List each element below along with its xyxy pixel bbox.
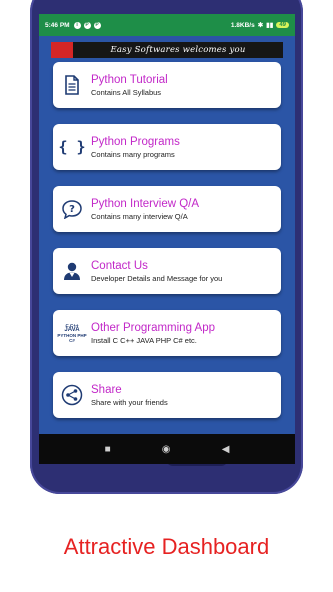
- banner-text: Easy Softwares welcomes you: [110, 45, 246, 55]
- card-python-programs[interactable]: { } Python Programs Contains many progra…: [53, 124, 281, 170]
- network-speed: 1.8KB/s: [230, 21, 255, 29]
- welcome-banner: Easy Softwares welcomes you: [51, 42, 283, 58]
- card-subtitle: Contains All Syllabus: [91, 87, 162, 97]
- phone-screen: 5:46 PM i P P 1.8KB/s ✱ ▮▮ 49 Easy Softw…: [39, 14, 295, 464]
- pinterest-icon: P: [93, 21, 101, 29]
- icon-text: C#: [69, 338, 75, 344]
- card-share[interactable]: Share Share with your friends: [53, 372, 281, 418]
- card-python-interview[interactable]: ? Python Interview Q/A Contains many int…: [53, 186, 281, 232]
- status-time: 5:46 PM: [45, 21, 70, 29]
- notification-icons: i P P: [73, 21, 101, 29]
- pinterest-icon: P: [83, 21, 91, 29]
- question-bubble-icon: ?: [53, 186, 91, 232]
- card-contact-us[interactable]: Contact Us Developer Details and Message…: [53, 248, 281, 294]
- card-title: Share: [91, 383, 122, 396]
- info-icon: i: [73, 21, 81, 29]
- card-subtitle: Contains many programs: [91, 149, 175, 159]
- svg-text:?: ?: [69, 204, 75, 215]
- card-title: Other Programming App: [91, 321, 216, 334]
- card-other-programming[interactable]: C C++ JAVA PYTHON PHP C# Other Programmi…: [53, 310, 281, 356]
- bluetooth-icon: ✱: [257, 22, 264, 29]
- stage: 5:46 PM i P P 1.8KB/s ✱ ▮▮ 49 Easy Softw…: [0, 0, 333, 592]
- card-subtitle: Share with your friends: [91, 397, 168, 407]
- status-right: 1.8KB/s ✱ ▮▮ 49: [231, 21, 289, 29]
- card-title: Contact Us: [91, 259, 148, 272]
- person-icon: [53, 248, 91, 294]
- braces-icon: { }: [58, 138, 86, 156]
- status-bar: 5:46 PM i P P 1.8KB/s ✱ ▮▮ 49: [39, 14, 295, 36]
- promo-caption: Attractive Dashboard: [63, 534, 270, 559]
- recents-button[interactable]: ■: [105, 444, 111, 455]
- document-icon: [53, 62, 91, 108]
- card-subtitle: Contains many interview Q/A: [91, 211, 188, 221]
- card-title: Python Programs: [91, 135, 180, 148]
- back-button[interactable]: ◀: [222, 444, 230, 455]
- home-button[interactable]: ◉: [162, 444, 171, 455]
- battery-icon: 49: [276, 22, 289, 28]
- card-title: Python Tutorial: [91, 73, 168, 86]
- android-nav-bar: ■ ◉ ◀: [39, 434, 295, 464]
- card-title: Python Interview Q/A: [91, 197, 200, 210]
- share-icon: [53, 372, 91, 418]
- card-subtitle: Developer Details and Message for you: [91, 273, 223, 283]
- signal-icon: ▮▮: [266, 22, 274, 29]
- banner-accent: [51, 42, 73, 58]
- languages-icon: C C++ JAVA PYTHON PHP C#: [53, 310, 91, 356]
- card-subtitle: Install C C++ JAVA PHP C# etc.: [91, 335, 197, 345]
- card-python-tutorial[interactable]: Python Tutorial Contains All Syllabus: [53, 62, 281, 108]
